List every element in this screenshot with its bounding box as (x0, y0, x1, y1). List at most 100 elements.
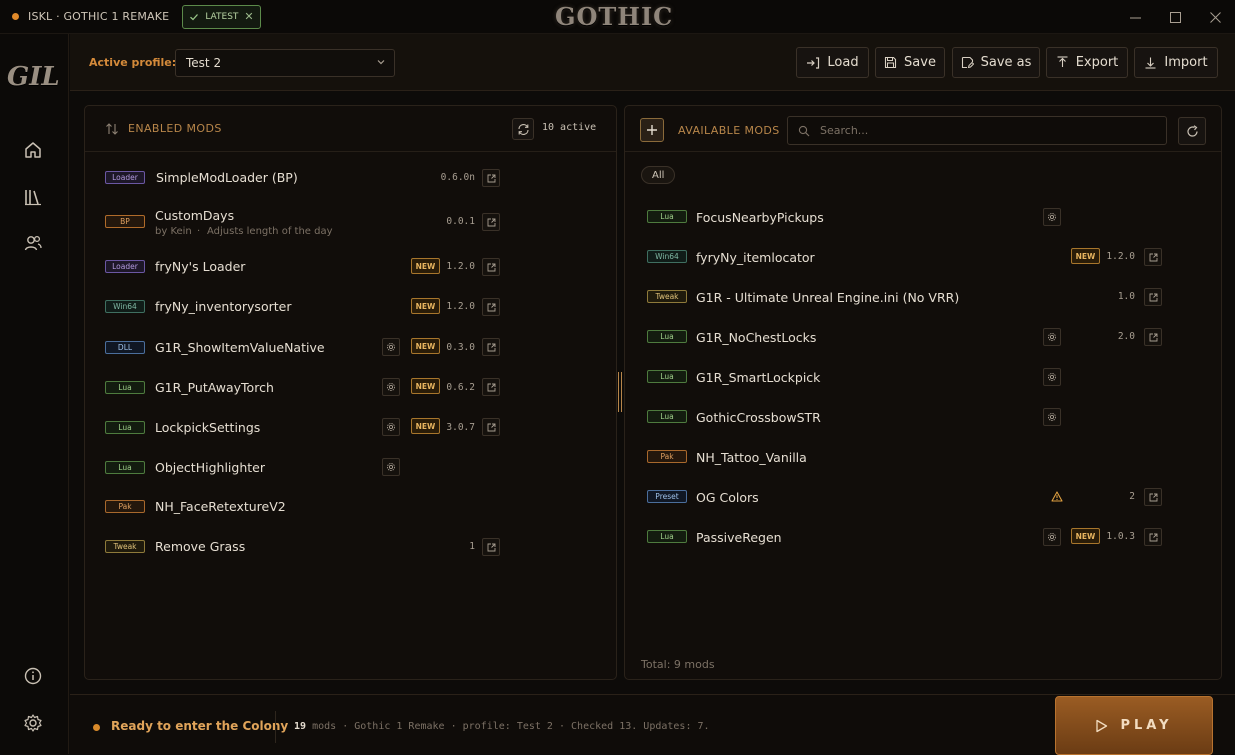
external-link-icon (487, 303, 495, 311)
enabled-mods-header: ENABLED MODS 10 active (85, 106, 616, 152)
mod-name: FocusNearbyPickups (696, 210, 824, 225)
gear-icon (387, 383, 395, 391)
mod-name: GothicCrossbowSTR (696, 410, 821, 425)
open-link-button[interactable] (482, 538, 500, 556)
open-link-button[interactable] (1144, 528, 1162, 546)
mod-name: NH_FaceRetextureV2 (155, 499, 286, 514)
play-button[interactable]: PLAY (1055, 696, 1213, 755)
close-icon[interactable]: ✕ (244, 10, 253, 23)
mod-type-tag: Loader (105, 260, 145, 273)
game-name: Gothic 1 Remake (354, 721, 445, 732)
mod-version: 0.6.0n (440, 172, 475, 183)
sidebar-item-info[interactable] (20, 663, 46, 689)
mod-name: SimpleModLoader (BP) (156, 170, 298, 185)
mods-word: mods (312, 721, 337, 732)
available-mod-row[interactable]: Lua G1R_SmartLockpick (625, 360, 1221, 396)
status-bar: Ready to enter the Colony 19 mods · Goth… (70, 694, 1235, 755)
gear-icon (387, 463, 395, 471)
available-mod-row[interactable]: Lua PassiveRegen NEW 1.0.3 (625, 520, 1221, 556)
enabled-mod-row[interactable]: DLL G1R_ShowItemValueNative NEW 0.3.0 (85, 330, 616, 366)
enabled-mod-row[interactable]: Tweak Remove Grass 1 (85, 529, 616, 565)
enabled-mod-row[interactable]: BP CustomDays by Kein · Adjusts length o… (85, 204, 616, 240)
open-link-button[interactable] (1144, 248, 1162, 266)
settings-button[interactable] (1043, 368, 1061, 386)
search-input[interactable]: Search... (787, 116, 1167, 145)
available-mod-row[interactable]: Tweak G1R - Ultimate Unreal Engine.ini (… (625, 280, 1221, 316)
mod-type-tag: Pak (105, 500, 145, 513)
external-link-icon (1149, 333, 1157, 341)
login-icon (807, 56, 820, 69)
open-link-button[interactable] (482, 418, 500, 436)
enabled-mod-row[interactable]: Lua G1R_PutAwayTorch NEW 0.6.2 (85, 370, 616, 406)
available-mods-header: AVAILABLE MODS Search... (625, 106, 1221, 152)
sidebar-item-users[interactable] (20, 230, 46, 256)
external-link-icon (487, 543, 495, 551)
sort-icon (106, 123, 118, 135)
open-link-button[interactable] (482, 169, 500, 187)
sidebar-item-home[interactable] (20, 137, 46, 163)
latest-badge[interactable]: LATEST ✕ (182, 4, 261, 29)
settings-button[interactable] (1043, 328, 1061, 346)
filter-all-chip[interactable]: All (641, 166, 676, 184)
open-link-button[interactable] (482, 378, 500, 396)
enabled-mod-row[interactable]: Lua LockpickSettings NEW 3.0.7 (85, 410, 616, 446)
chevron-down-icon (377, 60, 385, 65)
close-window-button[interactable] (1195, 0, 1235, 34)
external-link-icon (1149, 493, 1157, 501)
status-separator: · (342, 721, 355, 732)
import-button[interactable]: Import (1134, 47, 1218, 78)
refresh-enabled-button[interactable] (512, 118, 534, 140)
minimize-button[interactable] (1115, 0, 1155, 34)
gear-icon (1048, 533, 1056, 541)
mod-name: OG Colors (696, 490, 759, 505)
open-link-button[interactable] (1144, 488, 1162, 506)
settings-button[interactable] (382, 338, 400, 356)
mod-type-tag: Win64 (105, 300, 145, 313)
open-link-button[interactable] (482, 298, 500, 316)
mods-count: 19 (294, 721, 307, 732)
save-button[interactable]: Save (875, 47, 945, 78)
open-link-button[interactable] (482, 213, 500, 231)
mod-type-tag: Lua (647, 410, 687, 423)
mod-name: G1R_PutAwayTorch (155, 380, 274, 395)
add-mod-button[interactable] (640, 118, 664, 142)
maximize-button[interactable] (1155, 0, 1195, 34)
sidebar-item-settings[interactable] (20, 710, 46, 736)
enabled-mod-row[interactable]: Loader fryNy's Loader NEW 1.2.0 (85, 249, 616, 285)
active-count: 10 active (542, 122, 597, 133)
open-link-button[interactable] (482, 338, 500, 356)
enabled-mods-panel: ENABLED MODS 10 active Loader SimpleModL… (84, 105, 617, 680)
export-button[interactable]: Export (1046, 47, 1128, 78)
open-link-button[interactable] (1144, 288, 1162, 306)
available-mod-row[interactable]: Win64 fyryNy_itemlocator NEW 1.2.0 (625, 240, 1221, 276)
sidebar-item-library[interactable] (20, 184, 46, 210)
mod-name: LockpickSettings (155, 420, 261, 435)
users-icon (24, 235, 42, 251)
mod-name: ObjectHighlighter (155, 460, 265, 475)
settings-button[interactable] (1043, 408, 1061, 426)
save-button-label: Save (904, 55, 936, 70)
settings-button[interactable] (382, 418, 400, 436)
settings-button[interactable] (1043, 528, 1061, 546)
external-link-icon (1149, 533, 1157, 541)
settings-button[interactable] (1043, 208, 1061, 226)
enabled-mod-row[interactable]: Pak NH_FaceRetextureV2 (85, 489, 616, 525)
available-mod-row[interactable]: Preset OG Colors 2 (625, 480, 1221, 516)
open-link-button[interactable] (482, 258, 500, 276)
available-mod-row[interactable]: Pak NH_Tattoo_Vanilla (625, 440, 1221, 476)
available-mod-row[interactable]: Lua FocusNearbyPickups (625, 200, 1221, 236)
settings-button[interactable] (382, 458, 400, 476)
enabled-mod-row[interactable]: Loader SimpleModLoader (BP) 0.6.0n (85, 160, 616, 196)
enabled-mod-row[interactable]: Lua ObjectHighlighter (85, 450, 616, 486)
available-mod-row[interactable]: Lua G1R_NoChestLocks 2.0 (625, 320, 1221, 356)
enabled-mod-row[interactable]: Win64 fryNy_inventorysorter NEW 1.2.0 (85, 289, 616, 325)
settings-button[interactable] (382, 378, 400, 396)
load-button[interactable]: Load (796, 47, 869, 78)
profile-select[interactable]: Test 2 (175, 49, 395, 77)
open-link-button[interactable] (1144, 328, 1162, 346)
save-as-button[interactable]: Save as (952, 47, 1040, 78)
panel-resize-handle[interactable] (618, 372, 622, 412)
refresh-available-button[interactable] (1178, 117, 1206, 145)
ready-status: Ready to enter the Colony (111, 719, 289, 733)
available-mod-row[interactable]: Lua GothicCrossbowSTR (625, 400, 1221, 436)
